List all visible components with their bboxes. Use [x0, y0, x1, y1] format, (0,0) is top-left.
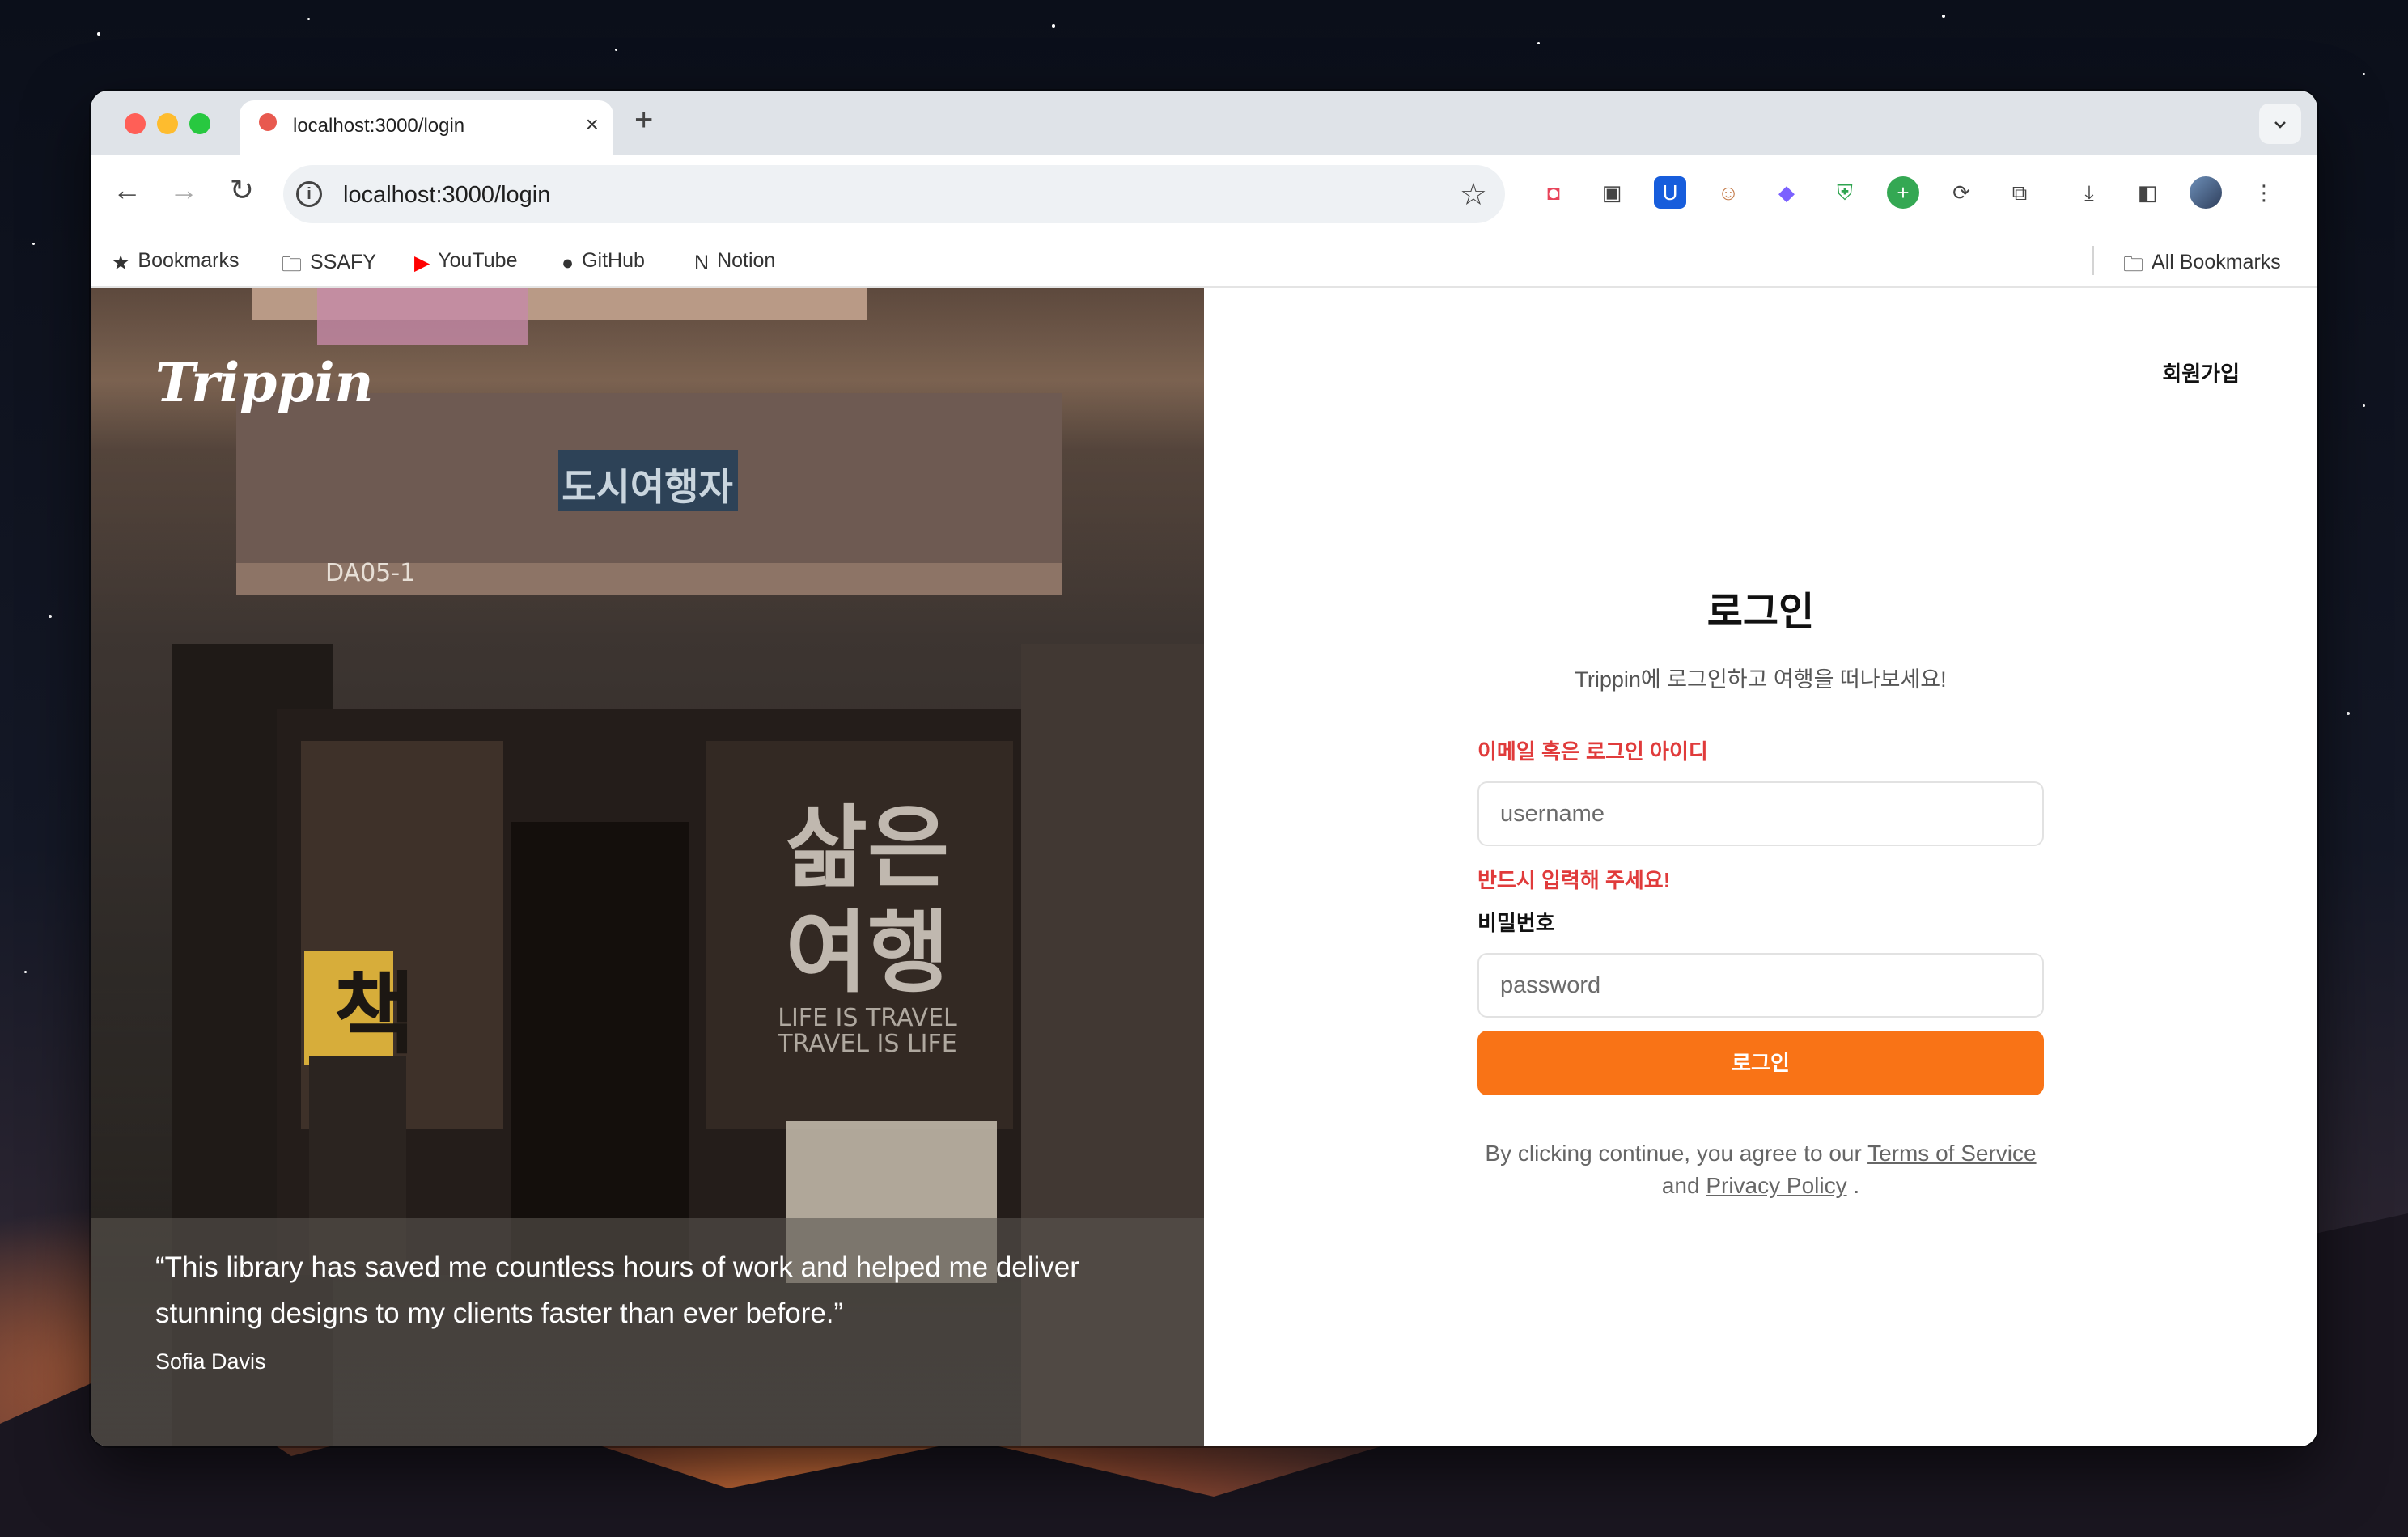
- password-label: 비밀번호: [1477, 911, 1555, 935]
- maximize-window-button[interactable]: [189, 113, 210, 134]
- password-field[interactable]: password: [1477, 953, 2044, 1018]
- svg-text:TRAVEL IS LIFE: TRAVEL IS LIFE: [777, 1030, 956, 1058]
- new-tab-button[interactable]: +: [634, 102, 653, 138]
- bookmark-label: All Bookmarks: [2152, 251, 2281, 273]
- login-form: 로그인 Trippin에 로그인하고 여행을 떠나보세요! 이메일 혹은 로그인…: [1477, 579, 2044, 1202]
- extension-face-icon[interactable]: ☺: [1712, 176, 1745, 209]
- minimize-window-button[interactable]: [157, 113, 178, 134]
- bookmarks-bar: ★ Bookmarks 🗀 SSAFY ▶ YouTube ● GitHub N Noti…: [91, 233, 2317, 288]
- email-field[interactable]: username: [1477, 781, 2044, 846]
- bookmark-label: GitHub: [582, 249, 645, 272]
- bookmark-item-notion[interactable]: N Notion: [694, 249, 775, 275]
- folder-icon: 🗀: [2123, 253, 2144, 276]
- bookmark-item-bookmarks[interactable]: ★ Bookmarks: [112, 249, 239, 275]
- reload-button[interactable]: ↻: [222, 173, 262, 207]
- bookmark-label: Bookmarks: [138, 249, 240, 272]
- picture-in-picture-icon[interactable]: ▣: [1596, 176, 1628, 209]
- terms-suffix: .: [1853, 1173, 1860, 1198]
- testimonial-quote: “This library has saved me countless hou…: [155, 1251, 1079, 1329]
- login-panel: 회원가입 로그인 Trippin에 로그인하고 여행을 떠나보세요! 이메일 혹…: [1204, 288, 2317, 1446]
- tab-strip: localhost:3000/login × +: [91, 91, 2317, 157]
- folder-icon: 🗀: [282, 253, 303, 276]
- hero-image-panel: 삶은 여행 LIFE IS TRAVEL TRAVEL IS LIFE 도시여행…: [91, 288, 1204, 1446]
- all-bookmarks-button[interactable]: 🗀 All Bookmarks: [2123, 249, 2281, 284]
- tab-close-icon[interactable]: ×: [586, 112, 599, 138]
- bookmark-label: YouTube: [438, 249, 518, 272]
- bookmark-label: Notion: [717, 249, 776, 272]
- browser-toolbar: ← → ↻ i localhost:3000/login ☆ ◘ ▣ U ☺ ◆…: [91, 155, 2317, 233]
- back-button[interactable]: ←: [107, 173, 147, 207]
- star-icon: ★: [112, 252, 130, 274]
- privacy-policy-link[interactable]: Privacy Policy: [1706, 1173, 1846, 1198]
- bookmark-item-youtube[interactable]: ▶ YouTube: [414, 249, 517, 275]
- page-subtitle: Trippin에 로그인하고 여행을 떠나보세요!: [1575, 667, 1947, 692]
- url-text[interactable]: localhost:3000/login: [343, 182, 550, 209]
- bookmark-item-github[interactable]: ● GitHub: [562, 249, 645, 275]
- svg-text:DA05-1: DA05-1: [325, 559, 415, 587]
- github-icon: ●: [562, 252, 574, 274]
- bookmarks-divider: [2092, 246, 2094, 275]
- terms-notice: By clicking continue, you agree to our T…: [1477, 1137, 2044, 1202]
- notion-icon: N: [694, 252, 710, 274]
- extension-plus-icon[interactable]: +: [1887, 176, 1919, 209]
- login-button[interactable]: 로그인: [1477, 1031, 2044, 1095]
- puzzle-icon[interactable]: ⧉: [2003, 176, 2036, 209]
- chevron-down-icon: [2274, 121, 2286, 129]
- testimonial-author: Sofia Davis: [155, 1349, 266, 1374]
- profile-avatar[interactable]: [2190, 176, 2222, 209]
- browser-window: localhost:3000/login × + ← → ↻ i localho…: [91, 91, 2317, 1446]
- svg-text:삶은: 삶은: [786, 796, 949, 900]
- trippin-logo[interactable]: Trippin: [155, 351, 374, 414]
- svg-text:도시여행자: 도시여행자: [562, 465, 733, 509]
- extension-sync-icon[interactable]: ⟳: [1945, 176, 1978, 209]
- youtube-icon: ▶: [414, 252, 430, 274]
- extension-colorful-icon[interactable]: ◆: [1770, 176, 1803, 209]
- sidepanel-icon[interactable]: ◧: [2131, 176, 2164, 209]
- terms-of-service-link[interactable]: Terms of Service: [1867, 1141, 2037, 1166]
- svg-text:LIFE IS TRAVEL: LIFE IS TRAVEL: [778, 1004, 957, 1032]
- pocket-icon[interactable]: ◘: [1537, 176, 1570, 209]
- forward-button[interactable]: →: [163, 173, 204, 207]
- svg-text:여행: 여행: [786, 901, 949, 1005]
- page-title: 로그인: [1706, 591, 1815, 633]
- page-content: 삶은 여행 LIFE IS TRAVEL TRAVEL IS LIFE 도시여행…: [91, 288, 2317, 1446]
- bookmark-item-ssafy[interactable]: 🗀 SSAFY: [282, 249, 376, 284]
- signup-link[interactable]: 회원가입: [2162, 358, 2240, 387]
- bookmark-star-icon[interactable]: ☆: [1460, 176, 1487, 213]
- address-bar[interactable]: i localhost:3000/login ☆: [283, 165, 1505, 223]
- bitwarden-icon[interactable]: U: [1654, 176, 1686, 209]
- bookmark-label: SSAFY: [310, 251, 376, 273]
- favicon-icon: [259, 113, 277, 131]
- email-label: 이메일 혹은 로그인 아이디: [1477, 739, 1708, 764]
- tab-active[interactable]: localhost:3000/login ×: [240, 100, 613, 157]
- svg-text:책: 책: [333, 963, 415, 1066]
- email-error-message: 반드시 입력해 주세요!: [1477, 868, 1671, 892]
- tab-title: localhost:3000/login: [293, 115, 465, 137]
- terms-and: and: [1661, 1173, 1700, 1198]
- tab-search-button[interactable]: [2259, 104, 2301, 144]
- more-menu-icon[interactable]: ⋮: [2248, 176, 2280, 209]
- download-icon[interactable]: ⤓: [2073, 176, 2105, 209]
- site-info-icon[interactable]: i: [296, 181, 322, 207]
- close-window-button[interactable]: [125, 113, 146, 134]
- extension-shield-icon[interactable]: ⛨: [1829, 176, 1861, 209]
- terms-prefix: By clicking continue, you agree to our: [1485, 1141, 1862, 1166]
